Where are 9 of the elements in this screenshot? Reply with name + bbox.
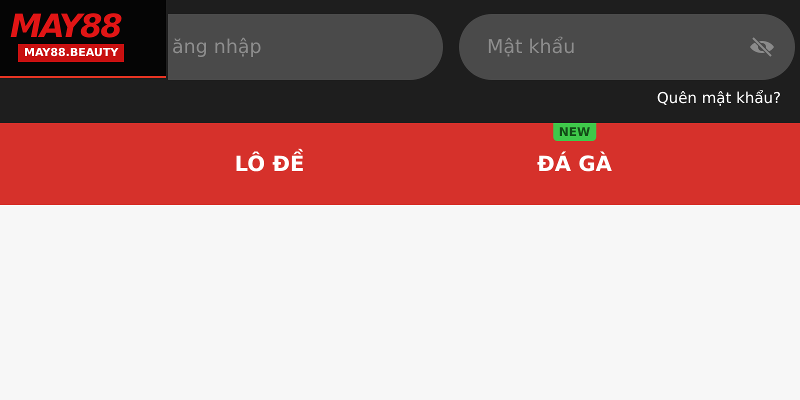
logo-title: MAY88 (10, 8, 121, 44)
nav-tab[interactable]: ĐÁ GÀ (537, 152, 612, 176)
logo[interactable]: MAY88 MAY88.BEAUTY (0, 0, 166, 78)
forgot-password-link[interactable]: Quên mật khẩu? (656, 89, 781, 107)
logo-subtitle: MAY88.BEAUTY (18, 44, 124, 62)
eye-slash-icon[interactable] (749, 37, 775, 57)
new-badge: NEW (552, 123, 596, 141)
password-field[interactable]: Mật khẩu (459, 14, 795, 80)
username-field[interactable]: ăng nhập (168, 14, 443, 80)
